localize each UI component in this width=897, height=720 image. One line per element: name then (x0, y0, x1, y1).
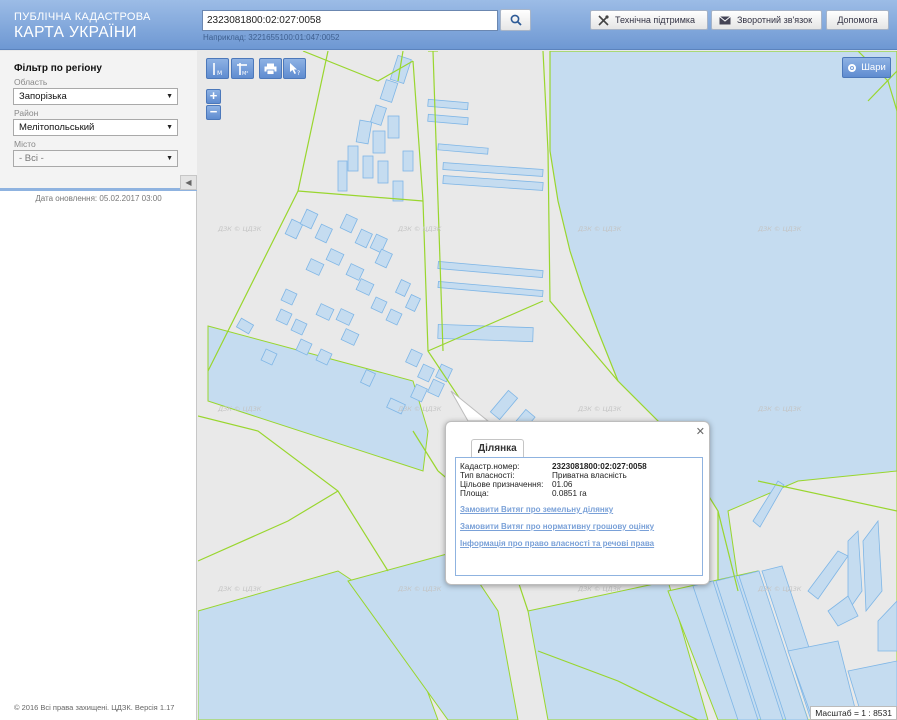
city-label: Місто (14, 139, 36, 149)
info-key: Цільове призначення: (460, 480, 544, 489)
plus-icon: + (209, 88, 218, 103)
chevron-left-icon: ◀ (185, 178, 192, 187)
map-watermark: ДЗК © ЦДЗК (577, 585, 622, 593)
map-watermark: ДЗК © ЦДЗК (577, 225, 622, 233)
map-layer[interactable]: ДЗК © ЦДЗК ДЗК © ЦДЗК ДЗК © ЦДЗК ДЗК © Ц… (198, 51, 897, 720)
measure-distance-button[interactable]: M (206, 58, 229, 79)
region-select[interactable]: Запорізька ▼ (13, 88, 178, 105)
cursor-question-icon: ? (289, 62, 300, 76)
map-watermark: ДЗК © ЦДЗК (577, 405, 622, 413)
help-label: Допомога (837, 15, 878, 25)
tools-icon (598, 14, 609, 26)
zoom-in-button[interactable]: + (206, 89, 221, 104)
info-value: 2323081800:02:027:0058 (552, 462, 647, 471)
map-watermark: ДЗК © ЦДЗК (757, 585, 802, 593)
map-watermark: ДЗК © ЦДЗК (397, 585, 442, 593)
feedback-button[interactable]: Зворотний зв'язок (711, 10, 822, 30)
info-key: Площа: (460, 489, 489, 498)
info-value: 01.06 (552, 480, 573, 489)
popup-pointer (450, 390, 490, 422)
layers-button[interactable]: Шари (842, 57, 891, 78)
order-land-extract-link[interactable]: Замовити Витяг про земельну ділянку (460, 505, 613, 514)
envelope-icon (719, 15, 731, 25)
search-hint: Наприклад: 3221655100:01:047:0052 (203, 33, 340, 42)
footer-copyright: © 2016 Всі права захищені. ЦДЗК. Версія … (14, 703, 175, 712)
map-watermark: ДЗК © ЦДЗК (217, 225, 262, 233)
feedback-label: Зворотний зв'язок (737, 15, 813, 25)
tech-support-label: Технічна підтримка (615, 15, 696, 25)
region-value: Запорізька (19, 91, 67, 102)
water-strip (207, 325, 429, 472)
map-watermark: ДЗК © ЦДЗК (397, 225, 442, 233)
layers-label: Шари (861, 62, 886, 73)
printer-icon (264, 63, 277, 75)
search-icon (510, 14, 522, 26)
search-button[interactable] (500, 9, 531, 31)
header: ПУБЛІЧНА КАДАСТРОВА КАРТА УКРАЇНИ Наприк… (0, 0, 897, 50)
gear-icon (847, 63, 857, 73)
parcel-info-popup: ✕ Ділянка Кадастр.номер: 2323081800:02:0… (445, 421, 710, 585)
order-valuation-extract-link[interactable]: Замовити Витяг про нормативну грошову оц… (460, 522, 654, 531)
close-icon[interactable]: ✕ (696, 425, 705, 438)
info-value: 0.0851 га (552, 489, 587, 498)
collapse-sidebar-button[interactable]: ◀ (180, 175, 197, 190)
parcel-info-panel: Кадастр.номер: 2323081800:02:027:0058 Ти… (455, 457, 703, 576)
site-logo[interactable]: ПУБЛІЧНА КАДАСТРОВА КАРТА УКРАЇНИ (14, 12, 151, 41)
district-label: Район (14, 108, 39, 118)
district-select[interactable]: Мелітопольський ▼ (13, 119, 178, 136)
measure-area-button[interactable]: M² (231, 58, 254, 79)
identify-button[interactable]: ? (283, 58, 306, 79)
svg-text:?: ? (297, 70, 300, 76)
region-filter: Фільтр по регіону Область Запорізька ▼ Р… (0, 51, 197, 191)
map-watermark: ДЗК © ЦДЗК (397, 405, 442, 413)
map-watermark: ДЗК © ЦДЗК (217, 405, 262, 413)
region-label: Область (14, 77, 48, 87)
chevron-down-icon: ▼ (166, 93, 173, 100)
ruler-icon: M (212, 62, 222, 76)
brand-line-1: ПУБЛІЧНА КАДАСТРОВА (14, 11, 151, 23)
city-select[interactable]: - Всі - ▼ (13, 150, 178, 167)
help-button[interactable]: Допомога (826, 10, 889, 30)
info-key: Кадастр.номер: (460, 462, 520, 471)
brand-line-2: КАРТА УКРАЇНИ (14, 24, 137, 41)
minus-icon: − (209, 104, 218, 119)
info-value: Приватна власність (552, 471, 627, 480)
filter-title: Фільтр по регіону (14, 63, 102, 74)
tech-support-button[interactable]: Технічна підтримка (590, 10, 708, 30)
update-date: Дата оновлення: 05.02.2017 03:00 (35, 194, 162, 203)
chevron-down-icon: ▼ (166, 124, 173, 131)
info-key: Тип власності: (460, 471, 515, 480)
city-value: - Всі - (19, 153, 44, 164)
map-canvas[interactable]: ДЗК © ЦДЗК ДЗК © ЦДЗК ДЗК © ЦДЗК ДЗК © Ц… (198, 51, 897, 720)
svg-text:M: M (217, 70, 222, 76)
map-watermark: ДЗК © ЦДЗК (757, 405, 802, 413)
map-scale: Масштаб = 1 : 8531 (810, 706, 897, 720)
zoom-out-button[interactable]: − (206, 105, 221, 120)
district-value: Мелітопольський (19, 122, 95, 133)
ownership-info-link[interactable]: Інформація про право власності та речові… (460, 539, 654, 548)
map-watermark: ДЗК © ЦДЗК (217, 585, 262, 593)
area-ruler-icon: M² (236, 62, 248, 76)
chevron-down-icon: ▼ (166, 155, 173, 162)
sidebar: Фільтр по регіону Область Запорізька ▼ Р… (0, 51, 197, 720)
cadastral-search-input[interactable] (202, 10, 498, 31)
print-button[interactable] (259, 58, 282, 79)
svg-text:M²: M² (242, 71, 248, 76)
map-watermark: ДЗК © ЦДЗК (757, 225, 802, 233)
tab-parcel[interactable]: Ділянка (471, 439, 524, 457)
